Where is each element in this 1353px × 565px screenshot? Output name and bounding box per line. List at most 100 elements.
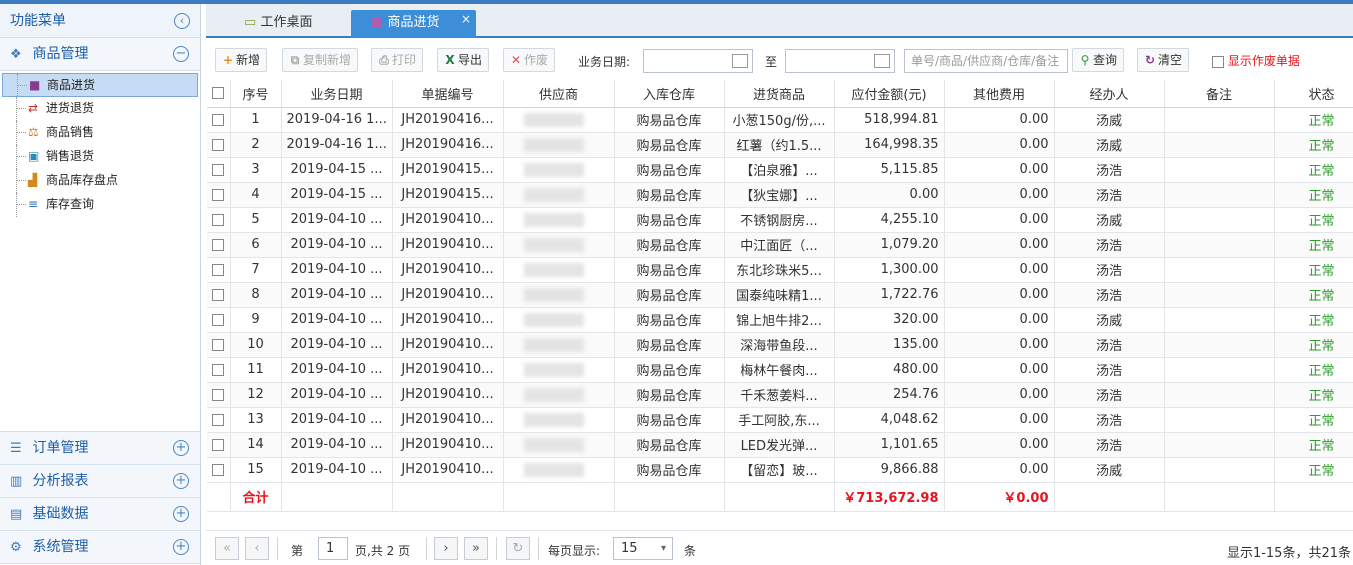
row-checkbox[interactable] <box>212 413 225 426</box>
row-select-cell[interactable] <box>207 307 231 333</box>
status: 正常 <box>1274 157 1353 183</box>
row-select-cell[interactable] <box>207 257 231 283</box>
table-row[interactable]: 3 2019-04-15 ... JH20190415... 购易品仓库 【泊泉雅】..… <box>207 157 1353 183</box>
row-select-cell[interactable] <box>207 107 231 133</box>
table-row[interactable]: 1 2019-04-16 1... JH20190416... 购易品仓库 小葱150g… <box>207 107 1353 133</box>
table-row[interactable]: 13 2019-04-10 ... JH20190410... 购易品仓库 手工阿胶,东… <box>207 407 1353 433</box>
row-select-cell[interactable] <box>207 132 231 158</box>
close-tab-icon[interactable]: × <box>461 6 471 32</box>
column-header[interactable]: 入库仓库 <box>614 80 725 108</box>
calendar-icon[interactable] <box>732 54 748 68</box>
row-select-cell[interactable] <box>207 432 231 458</box>
row-checkbox[interactable] <box>212 388 225 401</box>
copy-add-button[interactable]: ⧉ 复制新增 <box>282 48 359 72</box>
next-page-button[interactable]: › <box>434 537 458 560</box>
row-checkbox[interactable] <box>212 113 225 126</box>
tree-item-purchase-return[interactable]: ⇄ 进货退货 <box>2 97 198 121</box>
per-page-select[interactable]: 15 ▾ <box>613 537 673 560</box>
row-checkbox[interactable] <box>212 263 225 276</box>
sidebar-group-reports[interactable]: ▥ 分析报表 + <box>0 465 200 498</box>
calendar-icon[interactable] <box>874 54 890 68</box>
row-checkbox[interactable] <box>212 163 225 176</box>
show-void-checkbox[interactable] <box>1212 55 1224 68</box>
row-select-cell[interactable] <box>207 157 231 183</box>
row-checkbox[interactable] <box>212 338 225 351</box>
table-row[interactable]: 2 2019-04-16 1... JH20190416... 购易品仓库 红薯（约1.… <box>207 132 1353 158</box>
last-page-button[interactable]: » <box>464 537 488 560</box>
row-select-cell[interactable] <box>207 407 231 433</box>
row-select-cell[interactable] <box>207 357 231 383</box>
select-all-checkbox[interactable] <box>212 87 225 100</box>
row-select-cell[interactable] <box>207 182 231 208</box>
start-date-input[interactable] <box>643 49 753 73</box>
search-button[interactable]: ⚲ 查询 <box>1072 48 1125 72</box>
column-header[interactable]: 应付金额(元) <box>834 80 945 108</box>
table-row[interactable]: 8 2019-04-10 ... JH20190410... 购易品仓库 国泰纯味精1.… <box>207 282 1353 308</box>
tree-item-sales[interactable]: ⚖ 商品销售 <box>2 121 198 145</box>
first-page-button[interactable]: « <box>215 537 239 560</box>
collapse-sidebar-icon[interactable]: ‹ <box>174 13 190 29</box>
row-checkbox[interactable] <box>212 288 225 301</box>
add-button[interactable]: + 新增 <box>215 48 268 72</box>
row-checkbox[interactable] <box>212 238 225 251</box>
row-checkbox[interactable] <box>212 213 225 226</box>
column-header[interactable]: 备注 <box>1164 80 1275 108</box>
row-select-cell[interactable] <box>207 232 231 258</box>
expand-group-icon[interactable]: + <box>173 473 189 489</box>
refresh-icon[interactable]: ↻ <box>506 537 530 560</box>
row-checkbox[interactable] <box>212 463 225 476</box>
clear-button[interactable]: ↻ 清空 <box>1137 48 1190 72</box>
column-header[interactable]: 供应商 <box>503 80 615 108</box>
tab-purchase[interactable]: ■ 商品进货 × <box>351 10 476 38</box>
show-void-toggle[interactable]: 显示作废单据 <box>1212 52 1300 69</box>
page-number-input[interactable]: 1 <box>318 537 348 560</box>
print-button[interactable]: ⎙ 打印 <box>371 48 424 72</box>
row-select-cell[interactable] <box>207 207 231 233</box>
prev-page-button[interactable]: ‹ <box>245 537 269 560</box>
expand-group-icon[interactable]: + <box>173 539 189 555</box>
column-header[interactable]: 单据编号 <box>392 80 504 108</box>
row-checkbox[interactable] <box>212 138 225 151</box>
sidebar-group-system[interactable]: ⚙ 系统管理 + <box>0 531 200 564</box>
sidebar-group-goods[interactable]: ❖ 商品管理 − <box>0 38 200 71</box>
row-checkbox[interactable] <box>212 438 225 451</box>
tab-workbench[interactable]: ▭ 工作桌面 <box>230 10 326 38</box>
table-row[interactable]: 4 2019-04-15 ... JH20190415... 购易品仓库 【狄宝娜】..… <box>207 182 1353 208</box>
column-header[interactable]: 序号 <box>230 80 282 108</box>
row-checkbox[interactable] <box>212 188 225 201</box>
table-row[interactable]: 6 2019-04-10 ... JH20190410... 购易品仓库 中江面匠（..… <box>207 232 1353 258</box>
column-header[interactable]: 其他费用 <box>944 80 1055 108</box>
row-select-cell[interactable] <box>207 457 231 483</box>
table-row[interactable]: 11 2019-04-10 ... JH20190410... 购易品仓库 梅林午餐肉.… <box>207 357 1353 383</box>
column-header[interactable]: 状态 <box>1274 80 1353 108</box>
search-input[interactable]: 单号/商品/供应商/仓库/备注 <box>904 49 1068 73</box>
expand-group-icon[interactable]: + <box>173 506 189 522</box>
tree-item-purchase[interactable]: ■ 商品进货 <box>2 73 198 97</box>
select-all-cell[interactable] <box>207 80 231 108</box>
end-date-input[interactable] <box>785 49 895 73</box>
tree-item-sales-return[interactable]: ▣ 销售退货 <box>2 145 198 169</box>
table-row[interactable]: 14 2019-04-10 ... JH20190410... 购易品仓库 LED发光弹… <box>207 432 1353 458</box>
table-row[interactable]: 12 2019-04-10 ... JH20190410... 购易品仓库 千禾葱姜料.… <box>207 382 1353 408</box>
row-select-cell[interactable] <box>207 282 231 308</box>
column-header[interactable]: 进货商品 <box>724 80 835 108</box>
collapse-group-icon[interactable]: − <box>173 46 189 62</box>
row-select-cell[interactable] <box>207 382 231 408</box>
void-button[interactable]: ✕ 作废 <box>503 48 556 72</box>
export-button[interactable]: X 导出 <box>437 48 490 72</box>
row-checkbox[interactable] <box>212 363 225 376</box>
table-row[interactable]: 9 2019-04-10 ... JH20190410... 购易品仓库 锦上旭牛排2.… <box>207 307 1353 333</box>
column-header[interactable]: 业务日期 <box>281 80 393 108</box>
tree-item-inventory-query[interactable]: ≡ 库存查询 <box>2 193 198 217</box>
column-header[interactable]: 经办人 <box>1054 80 1165 108</box>
expand-group-icon[interactable]: + <box>173 440 189 456</box>
sidebar-group-orders[interactable]: ☰ 订单管理 + <box>0 432 200 465</box>
row-checkbox[interactable] <box>212 313 225 326</box>
table-row[interactable]: 10 2019-04-10 ... JH20190410... 购易品仓库 深海带鱼段.… <box>207 332 1353 358</box>
table-row[interactable]: 7 2019-04-10 ... JH20190410... 购易品仓库 东北珍珠米5.… <box>207 257 1353 283</box>
sidebar-group-basic-data[interactable]: ▤ 基础数据 + <box>0 498 200 531</box>
row-select-cell[interactable] <box>207 332 231 358</box>
table-row[interactable]: 5 2019-04-10 ... JH20190410... 购易品仓库 不锈钢厨房..… <box>207 207 1353 233</box>
tree-item-stocktake[interactable]: ▟ 商品库存盘点 <box>2 169 198 193</box>
table-row[interactable]: 15 2019-04-10 ... JH20190410... 购易品仓库 【留恋】玻.… <box>207 457 1353 483</box>
